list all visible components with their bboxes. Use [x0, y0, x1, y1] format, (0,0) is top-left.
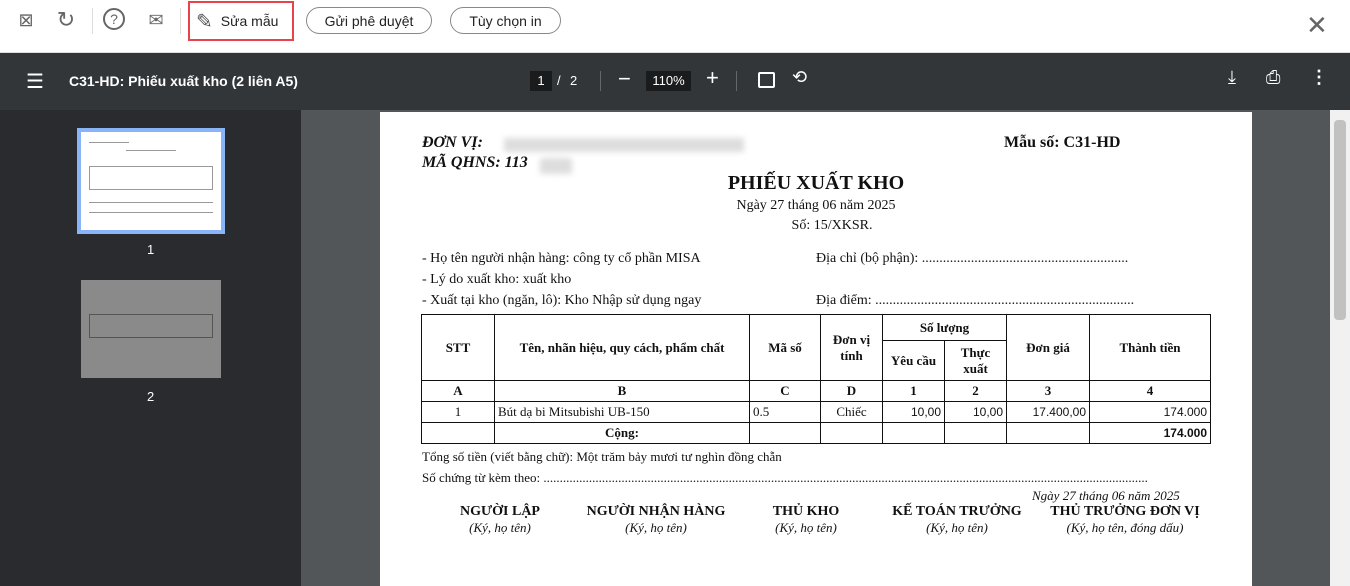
page-thumbnail-2[interactable] — [81, 280, 221, 378]
form-number: Mẫu số: C31-HD — [1004, 134, 1121, 151]
page-total: 2 — [570, 73, 578, 88]
edit-template-button[interactable]: ✎ Sửa mẫu — [188, 1, 294, 41]
redacted-unit-name — [504, 138, 744, 152]
zoom-level[interactable]: 110% — [646, 71, 691, 91]
thumbnail-label: 1 — [147, 242, 155, 257]
header-price: Đơn giá — [1006, 314, 1090, 381]
items-table: STT Tên, nhãn hiệu, quy cách, phẩm chất … — [421, 314, 1211, 444]
edit-template-label: Sửa mẫu — [220, 13, 279, 29]
rotate-icon[interactable]: ⟲ — [792, 67, 807, 88]
signer-storekeeper: THỦ KHO (Ký, họ tên) — [772, 504, 840, 535]
letter-row: ABCD1234 — [421, 380, 1211, 402]
help-icon[interactable]: ? — [103, 8, 125, 30]
header-stt: STT — [421, 314, 495, 381]
document-heading: PHIẾU XUẤT KHO — [727, 172, 905, 194]
thumbnail-sidebar: 1 2 — [0, 110, 301, 586]
print-icon[interactable]: ⎙ — [1266, 67, 1280, 88]
address: Địa chỉ (bộ phận): .....................… — [816, 251, 1129, 266]
document-date: Ngày 27 tháng 06 năm 2025 — [736, 198, 896, 213]
unit-label: ĐƠN VỊ: — [422, 134, 483, 151]
signer-receiver: NGƯỜI NHẬN HÀNG (Ký, họ tên) — [586, 504, 726, 535]
header-unit: Đơn vị tính — [820, 314, 883, 381]
receiver: - Họ tên người nhận hàng: công ty cổ phầ… — [422, 251, 701, 266]
refresh-icon[interactable]: ↻ — [54, 8, 78, 32]
document-page: ĐƠN VỊ: MÃ QHNS: 113 Mẫu số: C31-HD PHIẾ… — [380, 112, 1252, 586]
more-options-icon[interactable]: ⋮ — [1310, 67, 1328, 88]
page-number-input[interactable]: 1 — [530, 71, 552, 91]
warehouse: - Xuất tại kho (ngăn, lô): Kho Nhập sử d… — [422, 293, 702, 308]
document-number: Số: 15/XKSR. — [791, 218, 873, 233]
send-email-icon[interactable]: ✉ — [144, 8, 168, 32]
total-row: Cộng: 174.000 — [421, 422, 1211, 444]
pdf-viewer-toolbar: ☰ C31-HD: Phiếu xuất kho (2 liên A5) 1 /… — [0, 53, 1350, 110]
header-code: Mã số — [749, 314, 821, 381]
sign-date: Ngày 27 tháng 06 năm 2025 — [1032, 488, 1180, 503]
pencil-icon: ✎ — [196, 10, 213, 33]
close-icon[interactable]: ✕ — [1306, 12, 1328, 38]
send-approval-button[interactable]: Gửi phê duyệt — [306, 7, 432, 34]
signer-creator: NGƯỜI LẬP (Ký, họ tên) — [460, 504, 540, 535]
scrollbar[interactable] — [1330, 110, 1350, 586]
document-title: C31-HD: Phiếu xuất kho (2 liên A5) — [69, 73, 298, 89]
location: Địa điểm: ..............................… — [816, 293, 1135, 308]
header-actual: Thực xuất — [944, 340, 1007, 381]
divider — [180, 8, 181, 34]
page-separator: / — [557, 73, 561, 88]
zoom-in-icon[interactable]: + — [706, 65, 719, 91]
zoom-out-icon[interactable]: − — [618, 66, 631, 92]
header-amount: Thành tiền — [1089, 314, 1211, 381]
header-required: Yêu cầu — [882, 340, 945, 381]
fit-page-icon[interactable] — [758, 72, 775, 88]
print-options-button[interactable]: Tùy chọn in — [450, 7, 561, 34]
top-toolbar: ⊠ ↻ ? ✉ ✎ Sửa mẫu Gửi phê duyệt Tùy chọn… — [0, 0, 1350, 53]
qhns-label: MÃ QHNS: 113 — [422, 154, 528, 171]
amount-in-words: Tổng số tiền (viết bằng chữ): Một trăm b… — [422, 449, 782, 464]
page-thumbnail-1[interactable] — [77, 128, 225, 234]
signer-chief-accountant: KẾ TOÁN TRƯỞNG (Ký, họ tên) — [892, 504, 1022, 535]
download-icon[interactable]: ⤓ — [1228, 67, 1236, 88]
table-row: 1 Bút dạ bi Mitsubishi UB-150 0.5 Chiếc … — [421, 401, 1211, 423]
excel-icon[interactable]: ⊠ — [14, 8, 38, 32]
signer-head: THỦ TRƯỞNG ĐƠN VỊ (Ký, họ tên, đóng dấu) — [1050, 504, 1200, 535]
reason: - Lý do xuất kho: xuất kho — [422, 272, 572, 287]
header-qty: Số lượng — [882, 314, 1007, 341]
menu-icon[interactable]: ☰ — [26, 69, 44, 94]
thumbnail-label: 2 — [147, 389, 155, 404]
divider — [92, 8, 93, 34]
header-name: Tên, nhãn hiệu, quy cách, phẩm chất — [494, 314, 750, 381]
attachments: Số chứng từ kèm theo: ..................… — [422, 470, 1148, 485]
